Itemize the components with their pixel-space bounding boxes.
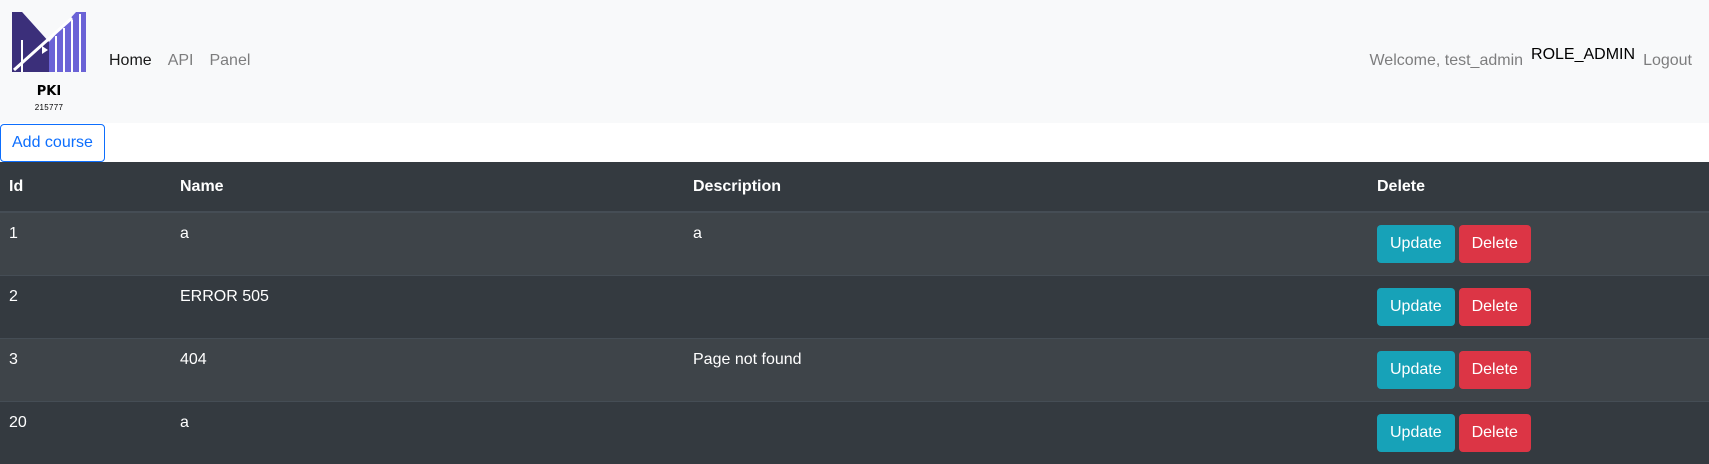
- cell-actions: Update Delete: [1368, 337, 1709, 401]
- delete-button[interactable]: Delete: [1458, 225, 1531, 263]
- cell-description: [684, 400, 1368, 464]
- table-row: 3 404 Page not found Update Delete: [0, 337, 1709, 401]
- table-row: 20 a Update Delete: [0, 400, 1709, 464]
- update-button[interactable]: Update: [1377, 413, 1455, 452]
- courses-table-wrapper: Id Name Description Delete 1 a a Update D…: [0, 162, 1709, 464]
- courses-table: Id Name Description Delete 1 a a Update D…: [0, 162, 1709, 464]
- cell-name: a: [171, 211, 684, 275]
- cell-id: 2: [0, 274, 171, 338]
- header-name: Name: [171, 162, 684, 213]
- cell-description: Page not found: [684, 337, 1368, 401]
- delete-button[interactable]: Delete: [1458, 287, 1531, 326]
- nav-links: Home API Panel: [109, 52, 266, 70]
- welcome-text: Welcome, test_admin: [1369, 52, 1524, 69]
- header-description: Description: [684, 162, 1368, 213]
- brand-subtitle: 215777: [34, 103, 64, 112]
- nav-home-link[interactable]: Home: [109, 52, 152, 70]
- cell-description: a: [684, 211, 1368, 275]
- delete-button[interactable]: Delete: [1458, 413, 1531, 452]
- nav-panel-link[interactable]: Panel: [209, 52, 250, 70]
- role-badge: ROLE_ADMIN: [1531, 46, 1636, 63]
- cell-name: 404: [171, 337, 684, 401]
- update-button[interactable]: Update: [1377, 225, 1455, 263]
- cell-name: ERROR 505: [171, 274, 684, 338]
- update-button[interactable]: Update: [1377, 287, 1455, 326]
- cell-actions: Update Delete: [1368, 211, 1709, 275]
- cell-id: 20: [0, 400, 171, 464]
- pki-logo-icon: [12, 12, 86, 72]
- add-course-button[interactable]: Add course: [0, 124, 105, 162]
- table-row: 1 a a Update Delete: [0, 211, 1709, 275]
- delete-button[interactable]: Delete: [1458, 350, 1531, 389]
- update-button[interactable]: Update: [1377, 350, 1455, 389]
- cell-id: 1: [0, 211, 171, 275]
- navbar: PKI 215777 Home API Panel Welcome, test_…: [0, 0, 1709, 123]
- cell-actions: Update Delete: [1368, 400, 1709, 464]
- brand-title: PKI: [36, 84, 62, 99]
- table-row: 2 ERROR 505 Update Delete: [0, 274, 1709, 338]
- cell-actions: Update Delete: [1368, 274, 1709, 338]
- brand-logo-link[interactable]: PKI 215777: [12, 12, 86, 112]
- cell-description: [684, 274, 1368, 338]
- logout-link[interactable]: Logout: [1643, 52, 1692, 70]
- nav-api-link[interactable]: API: [168, 52, 194, 70]
- table-header-row: Id Name Description Delete: [0, 162, 1709, 213]
- header-delete: Delete: [1368, 162, 1709, 213]
- cell-name: a: [171, 400, 684, 464]
- header-id: Id: [0, 162, 171, 213]
- cell-id: 3: [0, 337, 171, 401]
- user-area: Welcome, test_admin ROLE_ADMIN Logout: [1369, 46, 1692, 70]
